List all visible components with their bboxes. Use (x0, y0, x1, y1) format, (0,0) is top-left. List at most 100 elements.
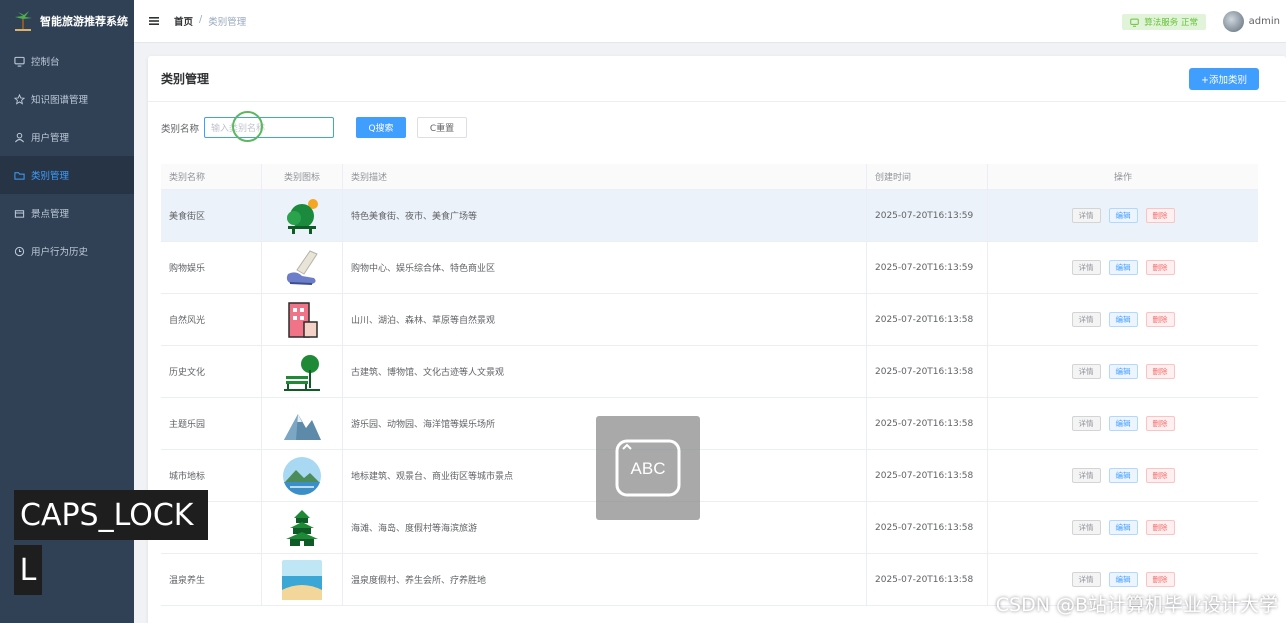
cell-time: 2025-07-20T16:13:59 (867, 242, 988, 293)
breadcrumb: 首页 / 类别管理 (174, 14, 246, 28)
user-menu[interactable]: admin (1222, 11, 1280, 32)
caps-lock-overlay: CAPS_LOCK (14, 490, 208, 540)
beach-icon (282, 559, 322, 600)
pagoda-icon (286, 509, 318, 546)
breadcrumb-home[interactable]: 首页 (174, 14, 193, 28)
abc-label: ABC (631, 459, 666, 478)
sidebar-item-knowledge-graph[interactable]: 知识图谱管理 (0, 80, 134, 118)
trees-sun-icon (287, 198, 318, 234)
app-logo[interactable]: 智能旅游推荐系统 (0, 0, 134, 42)
sidebar-item-attractions[interactable]: 景点管理 (0, 194, 134, 232)
sidebar-item-dashboard[interactable]: 控制台 (0, 42, 134, 80)
column-header: 操作 (1113, 173, 1132, 183)
abc-keyboard-icon: ABC (615, 439, 681, 497)
filter-label: 类别名称 (161, 123, 200, 135)
sidebar-item-users[interactable]: 用户管理 (0, 118, 134, 156)
detail-button[interactable]: 详情 (1071, 468, 1101, 483)
cell-desc: 购物中心、娱乐综合体、特色商业区 (343, 242, 867, 293)
user-icon (14, 132, 25, 142)
cell-name: 自然风光 (161, 294, 262, 345)
category-name-input[interactable]: 输入类别名称 (204, 117, 335, 138)
table-row[interactable]: 历史文化 古建筑、博物馆、文化古迹等人文景观 2025-07-20T16:13:… (161, 346, 1258, 398)
cell-time: 2025-07-20T16:13:58 (867, 294, 988, 345)
delete-button[interactable]: 删除 (1145, 208, 1175, 223)
filter-bar: 类别名称 输入类别名称 Q搜索 C重置 (161, 117, 468, 138)
breadcrumb-current: 类别管理 (208, 17, 247, 28)
card-header: 类别管理 (148, 56, 1286, 102)
column-header: 类别图标 (262, 164, 343, 189)
cell-time: 2025-07-20T16:13:58 (867, 346, 988, 397)
table-row[interactable]: 美食街区 特色美食街、夜市、美食广场等 2025-07-20T16:13:59 … (161, 190, 1258, 242)
table-row[interactable]: 自然风光 山川、湖泊、森林、草原等自然景观 2025-07-20T16:13:5… (161, 294, 1258, 346)
landscape-circle-icon (283, 456, 321, 495)
bench-tree-icon (284, 354, 320, 391)
cell-name: 历史文化 (161, 346, 262, 397)
building-icon (288, 301, 318, 338)
cell-time: 2025-07-20T16:13:59 (867, 190, 988, 241)
edit-button[interactable]: 编辑 (1108, 260, 1138, 275)
edit-button[interactable]: 编辑 (1108, 312, 1138, 327)
column-header: 创建时间 (867, 164, 988, 189)
sidebar-item-label: 用户管理 (31, 133, 70, 144)
sidebar-item-label: 控制台 (31, 57, 60, 68)
hamburger-icon[interactable] (148, 15, 160, 27)
status-text: 算法服务 正常 (1144, 18, 1198, 28)
cell-name: 温泉养生 (161, 554, 262, 605)
delete-button[interactable]: 删除 (1145, 260, 1175, 275)
sidebar-item-categories[interactable]: 类别管理 (0, 156, 134, 194)
edit-button[interactable]: 编辑 (1108, 572, 1138, 587)
avatar[interactable] (1222, 11, 1244, 32)
delete-button[interactable]: 删除 (1145, 572, 1175, 587)
edit-button[interactable]: 编辑 (1108, 208, 1138, 223)
detail-button[interactable]: 详情 (1071, 312, 1101, 327)
table-row[interactable]: 城市地标 地标建筑、观景台、商业街区等城市景点 2025-07-20T16:13… (161, 450, 1258, 502)
cell-time: 2025-07-20T16:13:58 (867, 398, 988, 449)
delete-button[interactable]: 删除 (1145, 416, 1175, 431)
add-category-button[interactable]: +添加类别 (1189, 68, 1259, 90)
search-button[interactable]: Q搜索 (356, 117, 407, 138)
cell-time: 2025-07-20T16:13:58 (867, 554, 988, 605)
sidebar-item-label: 知识图谱管理 (31, 95, 89, 106)
sidebar-item-label: 景点管理 (31, 209, 70, 220)
edit-button[interactable]: 编辑 (1108, 364, 1138, 379)
detail-button[interactable]: 详情 (1071, 416, 1101, 431)
cell-name: 美食街区 (161, 190, 262, 241)
detail-button[interactable]: 详情 (1071, 364, 1101, 379)
star-icon (14, 93, 25, 105)
cell-desc: 特色美食街、夜市、美食广场等 (343, 190, 867, 241)
column-header: 类别描述 (343, 164, 867, 189)
status-badge: 算法服务 正常 (1122, 14, 1206, 30)
detail-button[interactable]: 详情 (1071, 572, 1101, 587)
detail-button[interactable]: 详情 (1071, 260, 1101, 275)
reset-button[interactable]: C重置 (417, 117, 468, 138)
sidebar-item-behavior-history[interactable]: 用户行为历史 (0, 232, 134, 270)
monitor-icon (14, 56, 25, 67)
edit-button[interactable]: 编辑 (1108, 520, 1138, 535)
detail-button[interactable]: 详情 (1071, 208, 1101, 223)
cell-desc: 古建筑、博物馆、文化古迹等人文景观 (343, 346, 867, 397)
delete-button[interactable]: 删除 (1145, 364, 1175, 379)
table-row[interactable]: 购物娱乐 购物中心、娱乐综合体、特色商业区 2025-07-20T16:13:5… (161, 242, 1258, 294)
table-row[interactable]: 主题乐园 游乐园、动物园、海洋馆等娱乐场所 2025-07-20T16:13:5… (161, 398, 1258, 450)
username: admin (1248, 16, 1280, 27)
table-header: 类别名称 类别图标 类别描述 创建时间 操作 (161, 164, 1258, 190)
top-navbar: 首页 / 类别管理 算法服务 正常 admin (134, 0, 1286, 43)
monitor-icon (1130, 18, 1140, 27)
cell-desc: 山川、湖泊、森林、草原等自然景观 (343, 294, 867, 345)
cell-name: 主题乐园 (161, 398, 262, 449)
cell-time: 2025-07-20T16:13:58 (867, 502, 988, 553)
cell-desc: 温泉度假村、养生会所、疗养胜地 (343, 554, 867, 605)
edit-button[interactable]: 编辑 (1108, 416, 1138, 431)
table-row[interactable]: 海滩、海岛、度假村等海滨旅游 2025-07-20T16:13:58 详情 编辑删… (161, 502, 1258, 554)
cell-name: 购物娱乐 (161, 242, 262, 293)
column-header: 类别名称 (161, 164, 262, 189)
delete-button[interactable]: 删除 (1145, 468, 1175, 483)
breadcrumb-separator: / (199, 14, 203, 25)
sidebar-item-label: 用户行为历史 (31, 247, 89, 258)
detail-button[interactable]: 详情 (1071, 520, 1101, 535)
cursor-highlight-ring (232, 111, 263, 142)
delete-button[interactable]: 删除 (1145, 520, 1175, 535)
delete-button[interactable]: 删除 (1145, 312, 1175, 327)
edit-button[interactable]: 编辑 (1108, 468, 1138, 483)
key-overlay: L (14, 545, 42, 595)
